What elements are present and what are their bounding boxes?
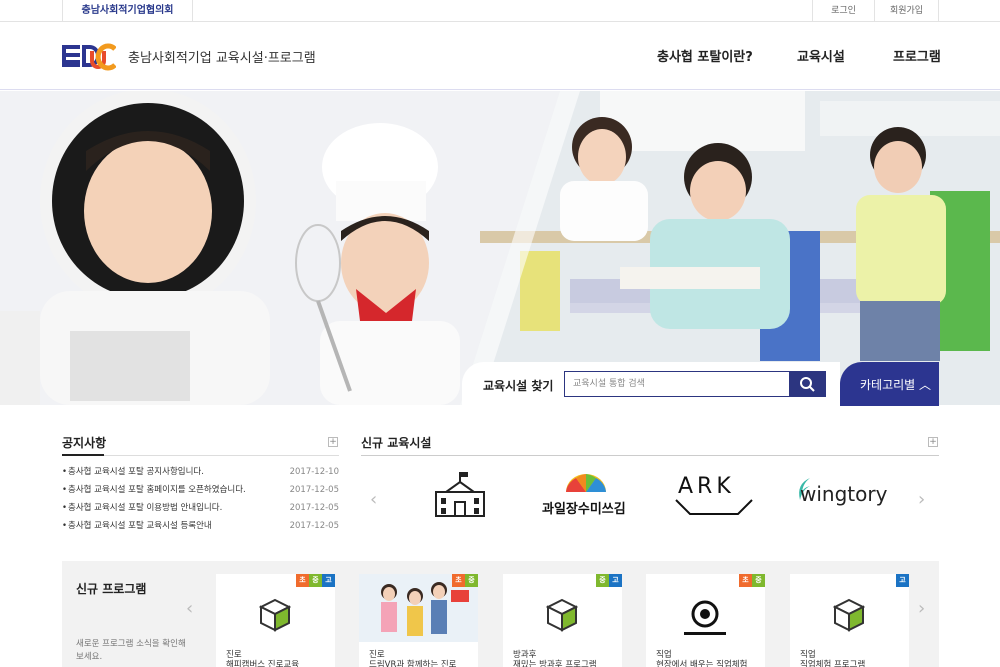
program-name: 재밌는 방과후 프로그램 (513, 660, 597, 667)
badge-middle: 중 (309, 574, 322, 587)
badge-elementary: 초 (452, 574, 465, 587)
badge-high: 고 (322, 574, 335, 587)
level-badges: 중 고 (596, 574, 622, 587)
hero-illustration (0, 91, 1000, 405)
badge-middle: 중 (752, 574, 765, 587)
login-link[interactable]: 로그인 (812, 0, 874, 22)
badge-elementary: 초 (296, 574, 309, 587)
notice-item[interactable]: • 충사협 교육시설 포탈 교육시설 등록안내 2017-12-05 (62, 519, 339, 537)
notice-item[interactable]: • 충사협 교육시설 포탈 공지사항입니다. 2017-12-10 (62, 465, 339, 483)
badge-middle: 중 (465, 574, 478, 587)
umbrella-icon (566, 474, 606, 492)
program-name: 직업체험 프로그램 (800, 660, 866, 667)
level-badges: 고 (896, 574, 909, 587)
programs-title: 신규 프로그램 (76, 582, 147, 596)
educ-logo[interactable] (62, 39, 116, 73)
nav-programs[interactable]: 프로그램 (893, 46, 941, 65)
program-card[interactable]: 초 중 고 진로 해피캠버스 진로교육 (216, 574, 335, 667)
badge-middle: 중 (596, 574, 609, 587)
badge-high: 고 (609, 574, 622, 587)
ark-logo[interactable]: ARK (672, 466, 756, 522)
org-link[interactable]: 충남사회적기업협의회 (62, 0, 193, 22)
facilities-next-arrow[interactable]: › (918, 489, 925, 510)
notice-more-icon[interactable]: + (328, 437, 338, 447)
program-name: 해피캠버스 진로교육 (226, 660, 300, 667)
wingtory-logo[interactable]: wingtory (796, 466, 888, 522)
nav-about[interactable]: 충사협 포탈이란? (657, 46, 753, 65)
facilities-title: 신규 교육시설 (361, 436, 432, 450)
badge-high: 고 (896, 574, 909, 587)
hero-banner (0, 91, 1000, 405)
facility-search-input[interactable] (564, 371, 790, 397)
program-card[interactable]: 중 고 방과후 재밌는 방과후 프로그램 (503, 574, 622, 667)
notice-list: • 충사협 교육시설 포탈 공지사항입니다. 2017-12-10 • 충사협 교육시… (62, 465, 339, 537)
program-card[interactable]: 초 중 직업 현장에서 배우는 직업체험 (646, 574, 765, 667)
join-link[interactable]: 회원가입 (874, 0, 939, 22)
site-title[interactable]: 충남사회적기업 교육시설·프로그램 (128, 47, 316, 66)
cube-icon (833, 598, 865, 632)
program-card[interactable]: 고 직업 직업체험 프로그램 (790, 574, 909, 667)
level-badges: 초 중 (452, 574, 478, 587)
level-badges: 초 중 (739, 574, 765, 587)
badge-elementary: 초 (739, 574, 752, 587)
facilities-more-icon[interactable]: + (928, 437, 938, 447)
level-badges: 초 중 고 (296, 574, 335, 587)
nav-facilities[interactable]: 교육시설 (797, 46, 845, 65)
category-toggle-button[interactable]: 카테고리별 ︿ (840, 362, 939, 406)
cube-icon (546, 598, 578, 632)
notice-item[interactable]: • 충사협 교육시설 포탈 홈페이지를 오픈하였습니다. 2017-12-05 (62, 483, 339, 501)
facility-search-label: 교육시설 찾기 (483, 379, 554, 393)
mediatelling-logo (684, 600, 726, 635)
fruit-vendor-logo[interactable]: 과일장수미쓰김 (540, 466, 632, 522)
program-card[interactable]: 초 중 진로 드림VR과 함께하는 진로 (359, 574, 478, 667)
top-utility-bar: 충남사회적기업협의회 로그인 회원가입 (0, 0, 1000, 22)
search-icon (800, 377, 815, 392)
programs-prev-arrow[interactable]: ‹ (186, 598, 193, 619)
notice-item[interactable]: • 충사협 교육시설 포탈 이용방법 안내입니다. 2017-12-05 (62, 501, 339, 519)
cube-icon (259, 598, 291, 632)
notice-divider (62, 454, 339, 456)
notice-title: 공지사항 (62, 436, 107, 450)
program-name: 현장에서 배우는 직업체험 (656, 660, 748, 667)
school-building-logo[interactable] (432, 466, 488, 522)
program-name: 드림VR과 함께하는 진로 (369, 660, 457, 667)
programs-next-arrow[interactable]: › (918, 598, 925, 619)
facilities-divider (361, 455, 939, 456)
facilities-prev-arrow[interactable]: ‹ (370, 489, 377, 510)
programs-desc: 새로운 프로그램 소식을 확인해보세요. (76, 639, 186, 662)
search-button[interactable] (789, 371, 826, 397)
site-header: 충남사회적기업 교육시설·프로그램 충사협 포탈이란? 교육시설 프로그램 (0, 22, 1000, 90)
